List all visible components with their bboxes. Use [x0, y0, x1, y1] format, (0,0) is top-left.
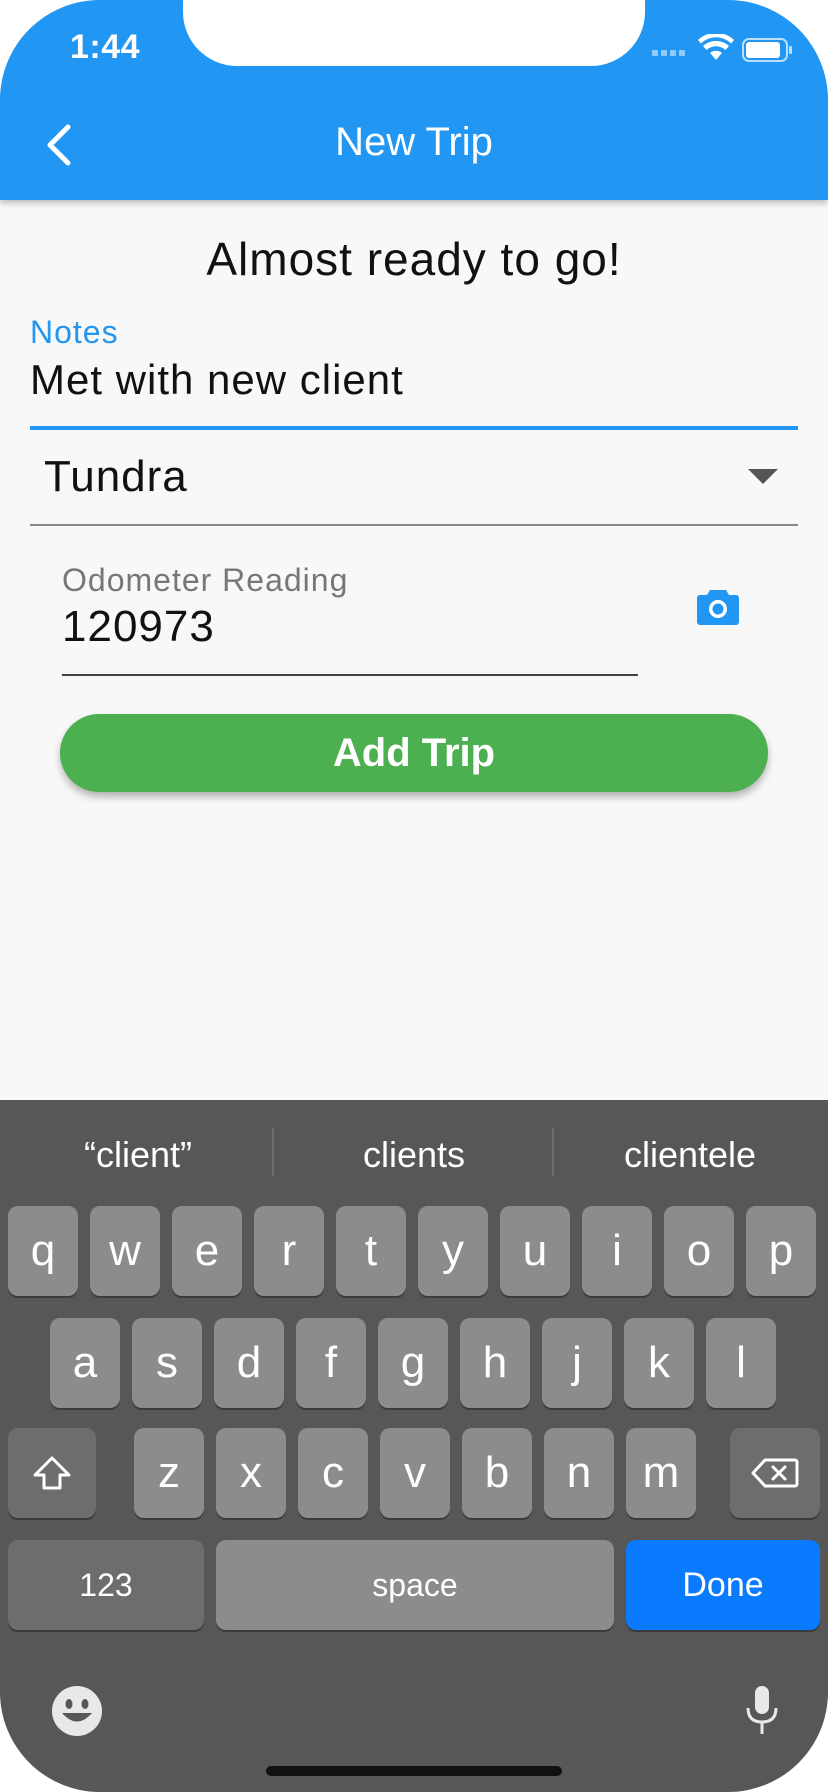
key-k[interactable]: k — [624, 1318, 694, 1408]
key-t[interactable]: t — [336, 1206, 406, 1296]
key-w[interactable]: w — [90, 1206, 160, 1296]
notes-label: Notes — [30, 314, 119, 350]
microphone-icon[interactable] — [744, 1684, 780, 1738]
add-trip-button[interactable]: Add Trip — [60, 714, 768, 792]
backspace-icon — [751, 1458, 799, 1488]
notes-input[interactable]: Met with new client — [30, 356, 404, 404]
backspace-key[interactable] — [730, 1428, 820, 1518]
key-h[interactable]: h — [460, 1318, 530, 1408]
page-title: New Trip — [335, 120, 493, 164]
key-g[interactable]: g — [378, 1318, 448, 1408]
battery-icon — [742, 38, 792, 62]
dropdown-arrow-icon[interactable] — [748, 469, 778, 484]
key-r[interactable]: r — [254, 1206, 324, 1296]
keyboard: “client” clients clientele qwertyuiop as… — [0, 1100, 828, 1792]
app-bar: 1:44 New Trip — [0, 0, 828, 200]
emoji-icon[interactable] — [50, 1684, 104, 1738]
phone-screen: 1:44 New Trip Almost ready to go! Notes … — [0, 0, 828, 1792]
key-l[interactable]: l — [706, 1318, 776, 1408]
key-u[interactable]: u — [500, 1206, 570, 1296]
suggestion-3[interactable]: clientele — [552, 1134, 828, 1176]
space-key[interactable]: space — [216, 1540, 614, 1630]
device-notch — [183, 0, 645, 66]
cellular-signal-icon — [652, 50, 685, 56]
notes-underline — [30, 426, 798, 430]
done-key[interactable]: Done — [626, 1540, 820, 1630]
key-d[interactable]: d — [214, 1318, 284, 1408]
key-q[interactable]: q — [8, 1206, 78, 1296]
key-s[interactable]: s — [132, 1318, 202, 1408]
shift-key[interactable] — [8, 1428, 96, 1518]
key-v[interactable]: v — [380, 1428, 450, 1518]
key-o[interactable]: o — [664, 1206, 734, 1296]
status-time: 1:44 — [70, 28, 141, 66]
numbers-key[interactable]: 123 — [8, 1540, 204, 1630]
key-n[interactable]: n — [544, 1428, 614, 1518]
key-j[interactable]: j — [542, 1318, 612, 1408]
odometer-label: Odometer Reading — [62, 562, 349, 598]
key-y[interactable]: y — [418, 1206, 488, 1296]
wifi-icon — [698, 34, 734, 60]
key-a[interactable]: a — [50, 1318, 120, 1408]
vehicle-selected-value[interactable]: Tundra — [44, 452, 188, 502]
key-x[interactable]: x — [216, 1428, 286, 1518]
odometer-underline — [62, 674, 638, 676]
key-z[interactable]: z — [134, 1428, 204, 1518]
suggestion-divider — [272, 1128, 274, 1176]
key-b[interactable]: b — [462, 1428, 532, 1518]
key-i[interactable]: i — [582, 1206, 652, 1296]
camera-icon[interactable] — [696, 586, 740, 626]
key-e[interactable]: e — [172, 1206, 242, 1296]
odometer-input[interactable]: 120973 — [62, 602, 215, 652]
vehicle-underline — [30, 524, 798, 526]
shift-icon — [33, 1456, 71, 1490]
key-m[interactable]: m — [626, 1428, 696, 1518]
key-f[interactable]: f — [296, 1318, 366, 1408]
heading: Almost ready to go! — [206, 233, 622, 285]
home-indicator — [266, 1766, 562, 1776]
suggestion-2[interactable]: clients — [276, 1134, 552, 1176]
key-p[interactable]: p — [746, 1206, 816, 1296]
suggestion-1[interactable]: “client” — [0, 1134, 276, 1176]
key-c[interactable]: c — [298, 1428, 368, 1518]
